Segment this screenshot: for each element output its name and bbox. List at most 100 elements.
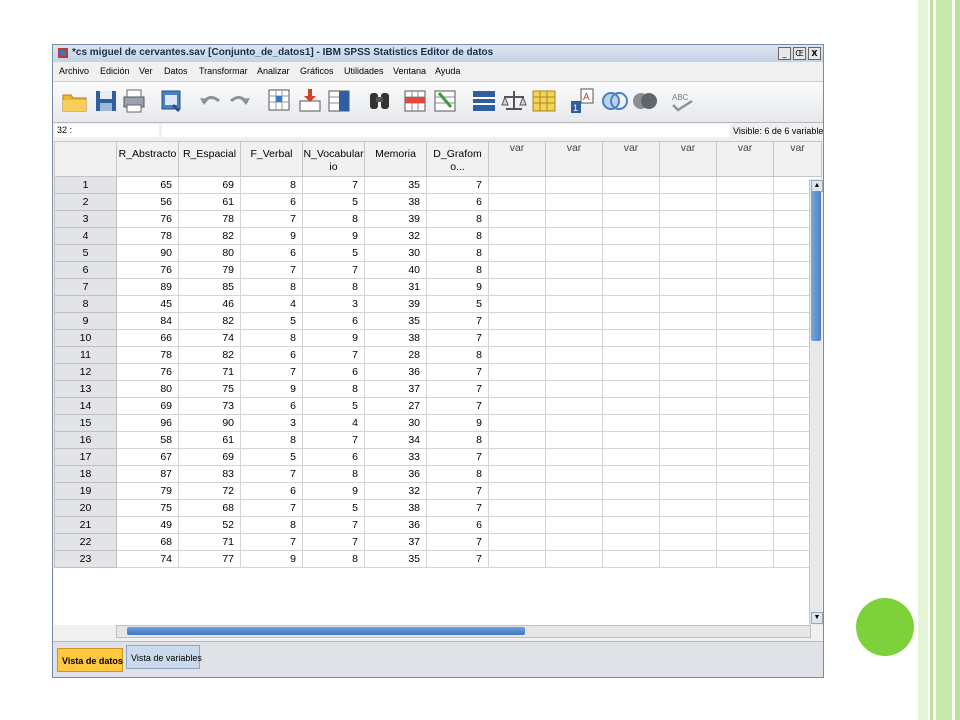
empty-cell[interactable]: [659, 193, 717, 211]
data-cell[interactable]: 5: [302, 499, 365, 517]
data-cell[interactable]: 78: [178, 210, 241, 228]
data-cell[interactable]: 7: [426, 176, 489, 194]
data-cell[interactable]: 9: [240, 550, 303, 568]
empty-cell[interactable]: [602, 414, 660, 432]
menu-ver[interactable]: Ver: [139, 66, 153, 76]
data-cell[interactable]: 75: [178, 380, 241, 398]
data-cell[interactable]: 38: [364, 193, 427, 211]
empty-cell[interactable]: [659, 431, 717, 449]
data-cell[interactable]: 78: [116, 346, 179, 364]
data-cell[interactable]: 73: [178, 397, 241, 415]
data-cell[interactable]: 8: [426, 346, 489, 364]
row-number[interactable]: 15: [54, 414, 117, 432]
data-cell[interactable]: 71: [178, 363, 241, 381]
data-cell[interactable]: 69: [178, 448, 241, 466]
empty-cell[interactable]: [545, 465, 603, 483]
data-cell[interactable]: 68: [178, 499, 241, 517]
data-cell[interactable]: 68: [116, 533, 179, 551]
show-all-variables-icon[interactable]: [631, 87, 659, 115]
data-cell[interactable]: 37: [364, 533, 427, 551]
goto-case-icon[interactable]: [267, 87, 293, 115]
empty-cell[interactable]: [545, 431, 603, 449]
empty-cell[interactable]: [602, 261, 660, 279]
data-cell[interactable]: 39: [364, 295, 427, 313]
empty-cell[interactable]: [602, 295, 660, 313]
data-cell[interactable]: 7: [426, 312, 489, 330]
empty-cell[interactable]: [659, 448, 717, 466]
data-cell[interactable]: 80: [116, 380, 179, 398]
empty-cell[interactable]: [488, 244, 546, 262]
print-icon[interactable]: [121, 87, 147, 115]
data-cell[interactable]: 6: [426, 516, 489, 534]
row-number[interactable]: 7: [54, 278, 117, 296]
empty-cell[interactable]: [716, 380, 774, 398]
row-number[interactable]: 19: [54, 482, 117, 500]
empty-cell[interactable]: [545, 193, 603, 211]
empty-cell[interactable]: [602, 448, 660, 466]
data-cell[interactable]: 7: [426, 380, 489, 398]
data-cell[interactable]: 30: [364, 244, 427, 262]
data-cell[interactable]: 77: [178, 550, 241, 568]
empty-cell[interactable]: [488, 312, 546, 330]
data-cell[interactable]: 36: [364, 465, 427, 483]
empty-cell[interactable]: [602, 278, 660, 296]
spell-check-icon[interactable]: ABC: [669, 87, 697, 115]
data-cell[interactable]: 72: [178, 482, 241, 500]
data-cell[interactable]: 61: [178, 431, 241, 449]
column-header[interactable]: N_Vocabulario: [302, 141, 365, 177]
empty-cell[interactable]: [716, 346, 774, 364]
empty-cell[interactable]: [602, 193, 660, 211]
weight-cases-icon[interactable]: [501, 87, 527, 115]
empty-cell[interactable]: [602, 397, 660, 415]
row-number[interactable]: 11: [54, 346, 117, 364]
empty-cell[interactable]: [545, 227, 603, 245]
empty-cell[interactable]: [716, 244, 774, 262]
empty-cell[interactable]: [545, 516, 603, 534]
insert-variable-icon[interactable]: [433, 87, 459, 115]
row-number[interactable]: 10: [54, 329, 117, 347]
empty-cell[interactable]: [602, 176, 660, 194]
empty-cell[interactable]: [716, 227, 774, 245]
row-number[interactable]: 12: [54, 363, 117, 381]
row-number[interactable]: 17: [54, 448, 117, 466]
empty-cell[interactable]: [716, 261, 774, 279]
data-cell[interactable]: 35: [364, 176, 427, 194]
data-cell[interactable]: 90: [178, 414, 241, 432]
empty-cell[interactable]: [659, 414, 717, 432]
data-cell[interactable]: 8: [240, 329, 303, 347]
empty-cell[interactable]: [488, 499, 546, 517]
empty-cell[interactable]: [488, 482, 546, 500]
data-cell[interactable]: 6: [302, 448, 365, 466]
row-number[interactable]: 22: [54, 533, 117, 551]
row-number[interactable]: 3: [54, 210, 117, 228]
vertical-scrollbar[interactable]: ▲ ▼: [809, 179, 823, 625]
empty-cell[interactable]: [716, 499, 774, 517]
data-cell[interactable]: 7: [240, 210, 303, 228]
data-cell[interactable]: 61: [178, 193, 241, 211]
data-cell[interactable]: 76: [116, 261, 179, 279]
data-cell[interactable]: 7: [240, 465, 303, 483]
data-cell[interactable]: 52: [178, 516, 241, 534]
data-cell[interactable]: 46: [178, 295, 241, 313]
data-cell[interactable]: 8: [302, 465, 365, 483]
restore-button[interactable]: Œ: [793, 47, 806, 60]
data-cell[interactable]: 9: [302, 227, 365, 245]
data-cell[interactable]: 7: [302, 261, 365, 279]
empty-cell[interactable]: [716, 210, 774, 228]
cell-value-field[interactable]: [162, 124, 730, 137]
data-cell[interactable]: 37: [364, 380, 427, 398]
column-header[interactable]: R_Abstracto: [116, 141, 179, 177]
empty-cell[interactable]: [659, 550, 717, 568]
empty-cell[interactable]: [602, 516, 660, 534]
empty-cell[interactable]: [659, 227, 717, 245]
data-cell[interactable]: 7: [302, 533, 365, 551]
empty-cell[interactable]: [602, 329, 660, 347]
empty-cell[interactable]: [659, 516, 717, 534]
data-cell[interactable]: 7: [426, 329, 489, 347]
row-number[interactable]: 20: [54, 499, 117, 517]
open-folder-icon[interactable]: [61, 87, 89, 115]
menu-archivo[interactable]: Archivo: [59, 66, 89, 76]
horizontal-scrollbar[interactable]: [116, 625, 811, 638]
empty-cell[interactable]: [488, 397, 546, 415]
data-cell[interactable]: 7: [426, 499, 489, 517]
